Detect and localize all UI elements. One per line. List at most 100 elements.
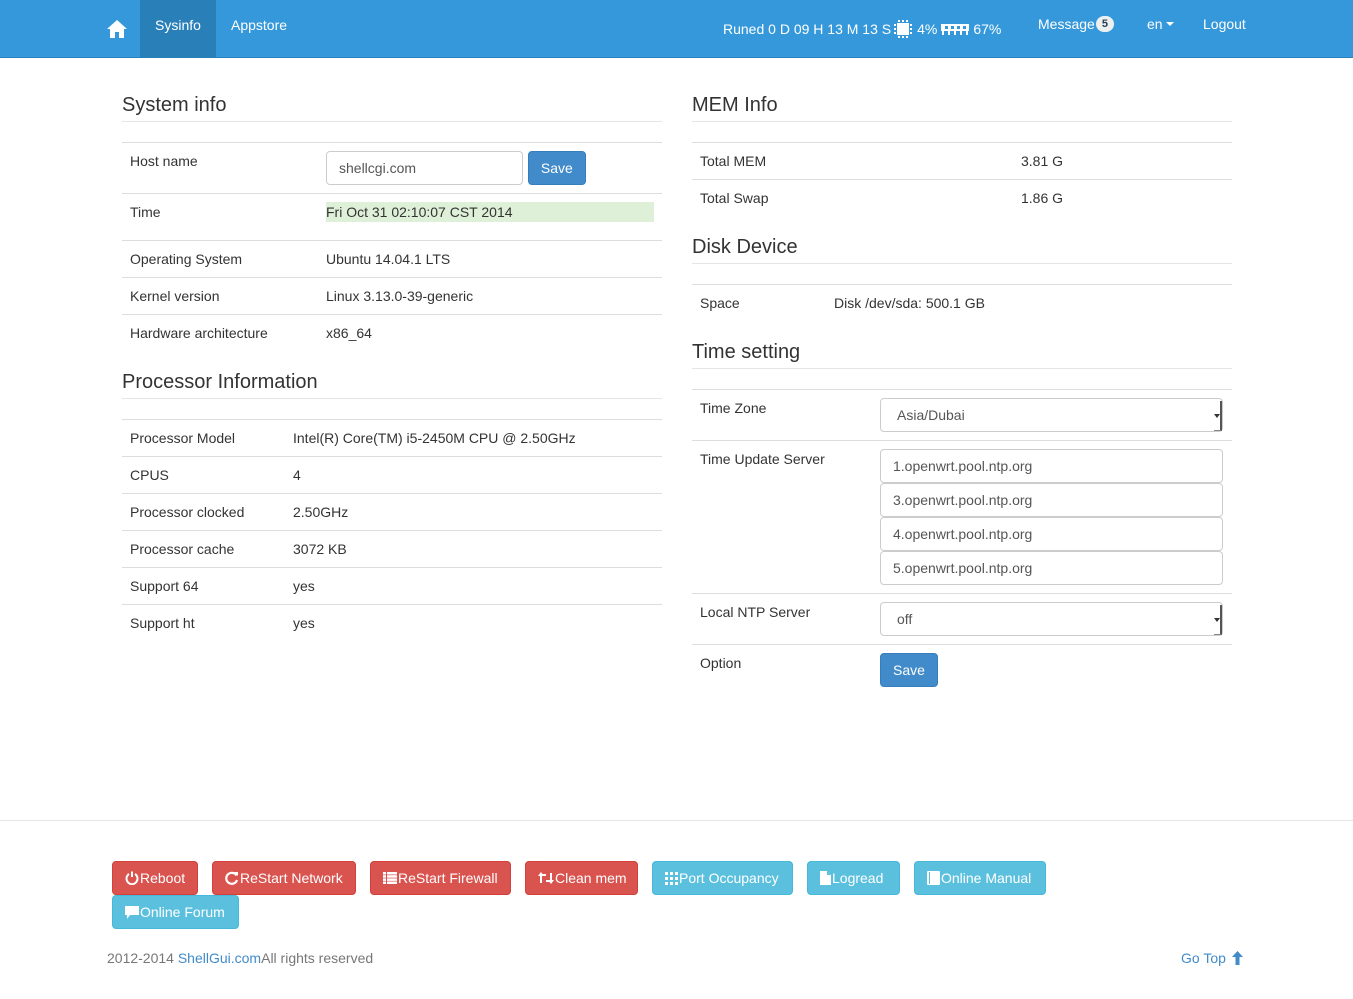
row-value: Disk /dev/sda: 500.1 GB (834, 295, 985, 311)
arrow-up-icon (1231, 951, 1243, 965)
book-icon (927, 871, 940, 885)
mem-info-table: Total MEM 3.81 G Total Swap 1.86 G (692, 142, 1232, 216)
refresh-icon (225, 871, 239, 885)
table-row: Hardware architecture x86_64 (122, 315, 662, 352)
table-row: Support 64 yes (122, 567, 662, 605)
online-forum-button[interactable]: Online Forum (112, 895, 239, 929)
online-manual-button[interactable]: Online Manual (914, 861, 1046, 895)
system-status: Runed 0 D 09 H 13 M 13 S 4% 67% (723, 19, 1001, 39)
table-row: Kernel version Linux 3.13.0-39-generic (122, 277, 662, 315)
row-label: CPUS (122, 456, 285, 494)
row-label: Total Swap (700, 190, 769, 206)
home-button[interactable] (94, 0, 140, 58)
row-label: Kernel version (122, 277, 318, 315)
table-row: Time Zone Asia/Dubai (692, 389, 1232, 441)
disk-device-title: Disk Device (692, 234, 1232, 264)
system-info-title: System info (122, 92, 662, 122)
ntp-server-input-2[interactable]: 3.openwrt.pool.ntp.org (880, 483, 1223, 517)
row-value: yes (293, 615, 315, 631)
dropdown-arrow-icon (1214, 605, 1222, 635)
cpu-chip-icon (893, 19, 913, 39)
logout-link[interactable]: Logout (1203, 16, 1246, 32)
time-setting-save-button[interactable]: Save (880, 653, 938, 687)
button-label: ReStart Firewall (398, 870, 498, 886)
host-name-save-button[interactable]: Save (527, 151, 586, 185)
go-top-link[interactable]: Go Top (1181, 950, 1243, 966)
row-value: yes (285, 567, 662, 605)
memory-percent: 67% (973, 21, 1002, 37)
row-value: Ubuntu 14.04.1 LTS (318, 240, 662, 278)
reboot-button[interactable]: Reboot (112, 861, 198, 895)
row-label: Hardware architecture (130, 325, 268, 341)
ntp-server-input-4[interactable]: 5.openwrt.pool.ntp.org (880, 551, 1223, 585)
host-name-label: Host name (122, 142, 318, 194)
button-label: Port Occupancy (679, 870, 779, 886)
go-top-label: Go Top (1181, 950, 1226, 966)
row-label: Operating System (122, 240, 318, 278)
table-row: Option Save (692, 645, 1232, 696)
row-value: 3.81 G (1013, 142, 1232, 180)
row-value: 2.50GHz (285, 493, 662, 531)
row-value: 1.86 G (1021, 190, 1064, 206)
comment-icon (125, 905, 139, 919)
button-label: Online Forum (140, 904, 225, 920)
row-value: 3072 KB (285, 530, 662, 568)
local-ntp-label: Local NTP Server (692, 593, 872, 645)
tab-appstore[interactable]: Appstore (216, 0, 302, 58)
time-value: Fri Oct 31 02:10:07 CST 2014 (326, 202, 654, 222)
table-row: Processor Model Intel(R) Core(TM) i5-2450… (122, 419, 662, 457)
ntp-server-input-3[interactable]: 4.openwrt.pool.ntp.org (880, 517, 1223, 551)
option-label: Option (700, 655, 742, 671)
local-ntp-select[interactable]: off (880, 602, 1223, 636)
row-label: Processor cache (122, 530, 285, 568)
copyright-years: 2012-2014 (107, 950, 178, 966)
messages-link[interactable]: Message 5 (1038, 16, 1114, 32)
ntp-server-input-1[interactable]: 1.openwrt.pool.ntp.org (880, 449, 1223, 483)
home-icon (107, 20, 127, 38)
logread-button[interactable]: Logread (807, 861, 900, 895)
button-label: Logread (832, 870, 884, 886)
table-row: Support ht yes (122, 605, 662, 642)
table-row: Operating System Ubuntu 14.04.1 LTS (122, 240, 662, 278)
table-row: CPUS 4 (122, 456, 662, 494)
copyright-rights: All rights reserved (261, 950, 374, 966)
processor-table: Processor Model Intel(R) Core(TM) i5-2450… (122, 419, 662, 641)
language-label: en (1147, 16, 1163, 32)
local-ntp-selected-value: off (897, 611, 913, 627)
uptime-text: Runed 0 D 09 H 13 M 13 S (723, 21, 892, 37)
row-value: 4 (285, 456, 662, 494)
memory-module-icon (941, 22, 970, 36)
language-dropdown[interactable]: en (1147, 16, 1174, 32)
restart-firewall-button[interactable]: ReStart Firewall (370, 861, 511, 895)
row-label: Support ht (130, 615, 195, 631)
system-info-table: Host name shellcgi.com Save Time Fri Oct… (122, 142, 662, 351)
table-row: Total MEM 3.81 G (692, 142, 1232, 180)
table-row: Time Update Server 1.openwrt.pool.ntp.or… (692, 440, 1232, 594)
host-name-input[interactable]: shellcgi.com (326, 151, 523, 185)
footer-divider (0, 820, 1353, 821)
message-count-badge: 5 (1095, 16, 1114, 32)
timezone-label: Time Zone (692, 389, 872, 441)
table-row: Time Fri Oct 31 02:10:07 CST 2014 (122, 193, 662, 241)
restart-network-button[interactable]: ReStart Network (212, 861, 356, 895)
row-value: Linux 3.13.0-39-generic (318, 277, 662, 315)
top-navbar: Sysinfo Appstore Runed 0 D 09 H 13 M 13 … (0, 0, 1353, 58)
dropdown-arrow-icon (1214, 401, 1222, 431)
button-label: Online Manual (941, 870, 1032, 886)
table-row: Processor cache 3072 KB (122, 530, 662, 568)
table-row: Host name shellcgi.com Save (122, 142, 662, 194)
row-label: Processor clocked (122, 493, 285, 531)
row-label: Processor Model (122, 419, 285, 457)
clean-mem-button[interactable]: Clean mem (525, 861, 638, 895)
messages-label: Message (1038, 16, 1095, 32)
button-label: Reboot (140, 870, 186, 886)
shellgui-link[interactable]: ShellGui.com (178, 950, 261, 966)
port-occupancy-button[interactable]: Port Occupancy (652, 861, 793, 895)
power-icon (125, 871, 139, 885)
tab-sysinfo[interactable]: Sysinfo (140, 0, 216, 58)
disk-table: Space Disk /dev/sda: 500.1 GB (692, 284, 1232, 321)
button-label: ReStart Network (240, 870, 343, 886)
row-value: x86_64 (326, 325, 372, 341)
left-column: System info Host name shellcgi.com Save … (122, 92, 662, 641)
timezone-select[interactable]: Asia/Dubai (880, 398, 1223, 432)
